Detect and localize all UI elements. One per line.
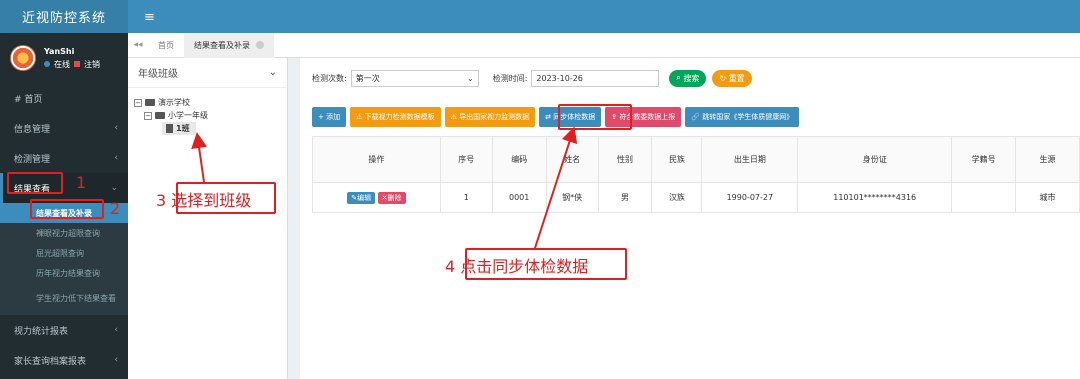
app-root: 近视防控系统 YanShi 在线 注销 # 首页 信息管理 ‹ 检测管理 ‹ 结…: [0, 0, 1080, 379]
arrow-to-sync-button: [534, 126, 578, 249]
arrow-to-class-node: [191, 132, 208, 183]
annotation-arrows: [191, 126, 578, 249]
